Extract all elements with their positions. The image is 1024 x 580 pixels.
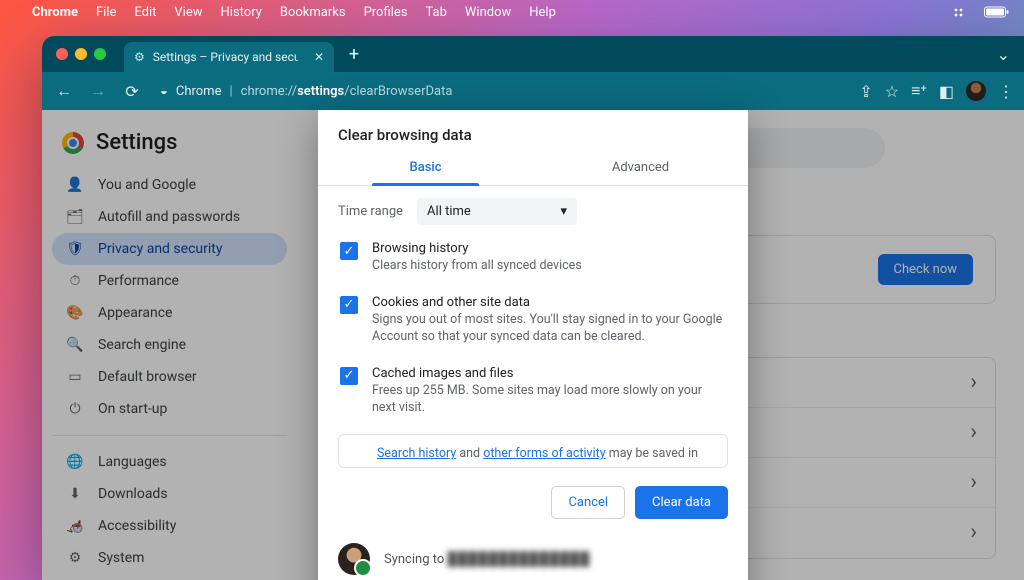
checkbox-checked-icon[interactable]: ✓ xyxy=(340,296,358,314)
close-tab-icon[interactable]: ✕ xyxy=(314,50,324,64)
share-icon[interactable]: ⇪ xyxy=(859,82,872,101)
clear-data-button[interactable]: Clear data xyxy=(635,486,728,519)
close-window-button[interactable] xyxy=(56,48,68,60)
dialog-tabs: Basic Advanced xyxy=(318,148,748,186)
button-label: Clear data xyxy=(652,495,711,510)
browser-tab[interactable]: ⚙ Settings – Privacy and securit ✕ xyxy=(124,42,334,72)
option-cookies[interactable]: ✓ Cookies and other site data Signs you … xyxy=(338,285,728,356)
fullscreen-window-button[interactable] xyxy=(94,48,106,60)
chevron-down-icon: ▾ xyxy=(561,204,568,219)
minimize-window-button[interactable] xyxy=(75,48,87,60)
window-controls xyxy=(56,48,106,60)
reading-list-icon[interactable]: ≡⁺ xyxy=(911,81,927,101)
reload-button[interactable]: ⟳ xyxy=(120,82,144,101)
checkbox-checked-icon[interactable]: ✓ xyxy=(340,242,358,260)
menu-edit[interactable]: Edit xyxy=(134,5,156,20)
activity-info-box: Search history and other forms of activi… xyxy=(338,434,728,468)
settings-page: Settings 👤You and Google 🗂Autofill and p… xyxy=(42,110,1024,580)
sync-status-row: Syncing to ██████████████ xyxy=(318,533,748,580)
dialog-actions: Cancel Clear data xyxy=(318,482,748,533)
tab-title: Settings – Privacy and securit xyxy=(153,50,298,64)
tab-advanced[interactable]: Advanced xyxy=(533,148,748,185)
button-label: Cancel xyxy=(568,495,608,510)
menu-window[interactable]: Window xyxy=(465,5,511,20)
menu-bookmarks[interactable]: Bookmarks xyxy=(280,5,346,20)
option-label: Browsing history xyxy=(372,241,582,256)
active-app-name[interactable]: Chrome xyxy=(32,5,78,20)
menu-help[interactable]: Help xyxy=(529,5,556,20)
tab-basic[interactable]: Basic xyxy=(318,148,533,185)
option-label: Cookies and other site data xyxy=(372,295,726,310)
option-label: Cached images and files xyxy=(372,366,726,381)
chrome-menu-icon[interactable]: ⋮ xyxy=(998,82,1014,101)
option-cache[interactable]: ✓ Cached images and files Frees up 255 M… xyxy=(338,356,728,427)
sync-prefix: Syncing to xyxy=(384,552,444,567)
forward-button[interactable]: → xyxy=(86,81,110,101)
menu-tab[interactable]: Tab xyxy=(425,5,446,20)
control-center-icon[interactable] xyxy=(952,6,970,18)
url-path: /clearBrowserData xyxy=(344,84,452,99)
browser-toolbar: ← → ⟳ ◒ Chrome | chrome://settings/clear… xyxy=(42,72,1024,110)
menu-view[interactable]: View xyxy=(174,5,202,20)
macos-menubar: Chrome File Edit View History Bookmarks … xyxy=(0,0,1024,24)
tab-strip: ⚙ Settings – Privacy and securit ✕ + ⌄ xyxy=(42,36,1024,72)
profile-avatar-button[interactable] xyxy=(966,81,986,101)
url-scheme: chrome:// xyxy=(241,84,297,99)
menu-history[interactable]: History xyxy=(221,5,262,20)
clear-browsing-data-dialog: Clear browsing data Basic Advanced Time … xyxy=(318,110,748,580)
gear-icon: ⚙ xyxy=(134,50,145,64)
checkbox-checked-icon[interactable]: ✓ xyxy=(340,367,358,385)
new-tab-button[interactable]: + xyxy=(340,40,368,68)
side-panel-icon[interactable]: ◧ xyxy=(939,82,954,101)
address-bar[interactable]: ◒ Chrome | chrome://settings/clearBrowse… xyxy=(154,83,452,99)
sync-account-obscured: ██████████████ xyxy=(448,552,591,567)
url-host: settings xyxy=(297,84,344,99)
option-desc: Frees up 255 MB. Some sites may load mor… xyxy=(372,383,726,417)
profile-avatar xyxy=(338,543,370,575)
time-range-row: Time range All time ▾ xyxy=(338,198,728,225)
option-desc: Signs you out of most sites. You'll stay… xyxy=(372,312,726,346)
time-range-label: Time range xyxy=(338,204,403,219)
tab-label: Advanced xyxy=(612,160,669,175)
site-info-icon[interactable]: ◒ xyxy=(160,83,168,99)
bookmark-icon[interactable]: ☆ xyxy=(885,82,899,101)
option-browsing-history[interactable]: ✓ Browsing history Clears history from a… xyxy=(338,231,728,285)
tab-label: Basic xyxy=(409,160,441,175)
dialog-title: Clear browsing data xyxy=(318,110,748,148)
battery-icon[interactable] xyxy=(984,6,1010,18)
menu-file[interactable]: File xyxy=(96,5,116,20)
cancel-button[interactable]: Cancel xyxy=(551,486,625,519)
search-history-link[interactable]: Search history xyxy=(377,446,456,461)
time-range-value: All time xyxy=(427,204,471,219)
option-desc: Clears history from all synced devices xyxy=(372,258,582,275)
info-text: and xyxy=(456,446,483,461)
other-activity-link[interactable]: other forms of activity xyxy=(483,446,605,461)
tab-overflow-icon[interactable]: ⌄ xyxy=(997,45,1010,64)
chrome-window: ⚙ Settings – Privacy and securit ✕ + ⌄ ←… xyxy=(42,36,1024,580)
url-prefix: Chrome xyxy=(176,84,222,99)
menu-profiles[interactable]: Profiles xyxy=(364,5,408,20)
time-range-select[interactable]: All time ▾ xyxy=(417,198,577,225)
back-button[interactable]: ← xyxy=(52,81,76,101)
